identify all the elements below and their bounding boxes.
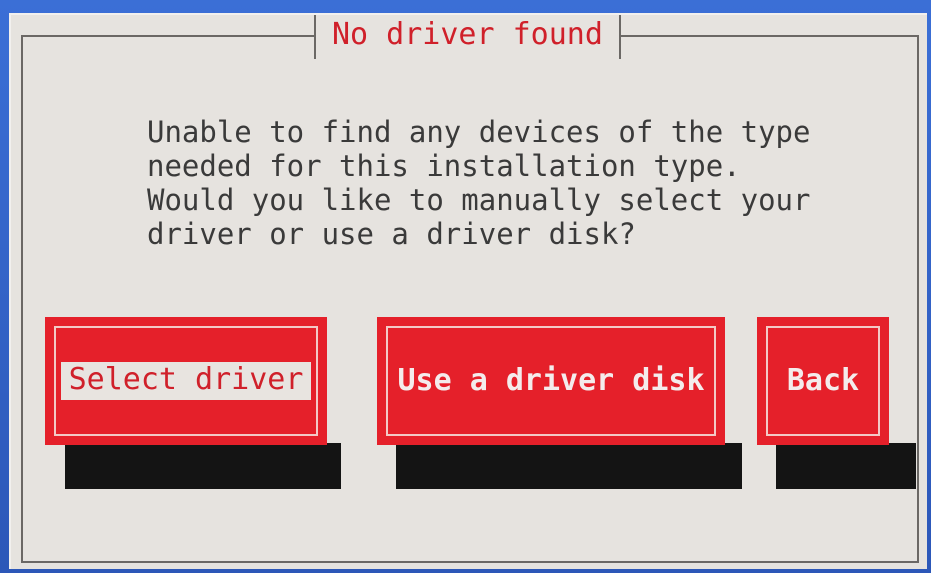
dialog-title: No driver found bbox=[332, 17, 603, 52]
back-button-shadow bbox=[776, 443, 916, 489]
no-driver-dialog: No driver found Unable to find any devic… bbox=[9, 13, 927, 569]
select-driver-button[interactable]: Select driver bbox=[45, 317, 327, 445]
back-button[interactable]: Back bbox=[757, 317, 889, 445]
dialog-message: Unable to find any devices of the type n… bbox=[147, 115, 811, 251]
back-label: Back bbox=[786, 363, 860, 398]
select-driver-label: Select driver bbox=[60, 362, 312, 400]
use-driver-disk-button-shadow bbox=[396, 443, 742, 489]
use-driver-disk-button[interactable]: Use a driver disk bbox=[377, 317, 725, 445]
use-driver-disk-label: Use a driver disk bbox=[397, 363, 705, 398]
screen-background: No driver found Unable to find any devic… bbox=[0, 0, 931, 573]
select-driver-button-shadow bbox=[65, 443, 341, 489]
dialog-title-box: No driver found bbox=[314, 15, 621, 59]
